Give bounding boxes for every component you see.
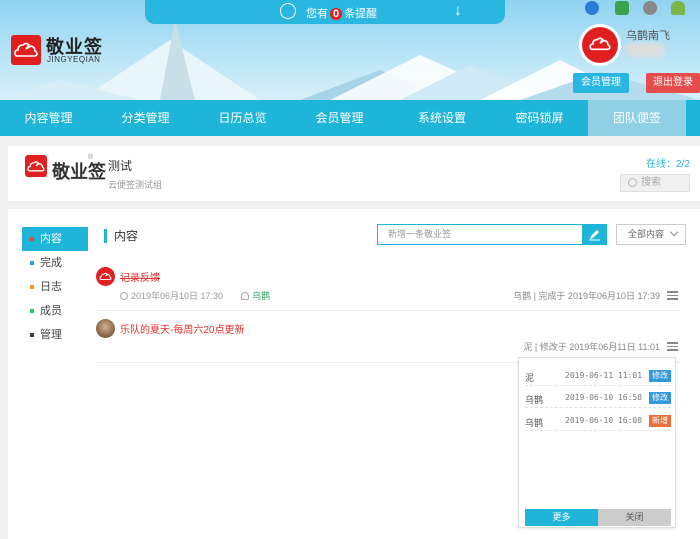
user-icon [241,292,250,300]
brand-logo[interactable] [11,35,41,65]
nav-item-team[interactable]: 团队便签 [588,100,686,136]
team-logo-text: 敬业签 [52,162,106,182]
sidebar: 内容 完成 日志 成员 管理 [22,227,88,347]
registered-mark: ® [88,154,94,161]
nav-item-lock[interactable]: 密码锁屏 [491,100,588,136]
close-button[interactable]: 关闭 [598,509,671,526]
logout-button[interactable]: 退出登录 [646,73,700,93]
add-note-button[interactable] [583,224,607,245]
note-title[interactable]: 乐队的夏天-每周六20点更新 [120,321,244,336]
arrow-down-icon[interactable]: ↓ [454,2,462,20]
user-avatar[interactable] [579,24,621,66]
note-status: 乌鹊 | 完成于 2019年06月10日 17:39 [513,291,660,301]
sidebar-item-manage[interactable]: 管理 [22,323,88,347]
nav-item-members[interactable]: 会员管理 [291,100,388,136]
history-tag: 修改 [649,370,671,382]
android-icon[interactable] [671,1,685,15]
bullet-icon [30,261,34,265]
sidebar-item-log[interactable]: 日志 [22,275,88,299]
cloud-icon [99,272,112,280]
team-title: 测试 [108,159,133,173]
main-nav: 内容管理 分类管理 日历总览 会员管理 系统设置 密码锁屏 团队便签 [0,100,700,136]
sidebar-item-label: 日志 [40,281,62,293]
pencil-icon [589,230,600,241]
header-banner: 敬业签 JINGYEQIAN 您有 0 条提醒 ↓ 乌鹊南飞 会员管理 退出登录 [0,0,700,100]
team-header: 敬业签 ® 测试 云便签测试组 在线：2/2 搜索 [8,146,700,201]
history-row: 乌鹊 2019-06-10 16:08 新增 [525,411,671,431]
sidebar-item-content[interactable]: 内容 [22,227,88,251]
menu-icon[interactable] [667,291,678,300]
cloud-icon [14,42,38,57]
sidebar-item-label: 成员 [40,305,62,317]
bullet-icon [30,285,34,289]
history-user: 泥 [525,373,535,383]
note-title[interactable]: 记录反馈 [120,269,160,284]
filter-value: 全部内容 [628,229,665,239]
ie-icon[interactable] [585,1,599,15]
nav-item-category[interactable]: 分类管理 [97,100,194,136]
sidebar-item-label: 管理 [40,329,62,341]
bullet-icon [30,309,34,313]
note-time: 2019年06月10日 17:30 [131,291,224,301]
section-title: 内容 [104,229,138,243]
nav-item-settings[interactable]: 系统设置 [388,100,496,136]
note-item[interactable]: 乐队的夏天-每周六20点更新 泥 | 修改于 2019年06月11日 11:01 [96,319,680,359]
new-note-input[interactable]: 新增一条敬业签 [377,224,583,245]
note-meta: 2019年06月10日 17:30 乌鹊 [120,289,270,302]
edit-history-popup: 泥 2019-06-11 11:01 修改 乌鹊 2019-06-10 16:5… [518,357,676,528]
cloud-icon [27,161,45,172]
history-tag: 新增 [649,415,671,427]
history-time: 2019-06-11 11:01 [565,371,643,380]
history-row: 乌鹊 2019-06-10 16:58 修改 [525,388,671,408]
bullet-icon [30,333,34,337]
content-filter-select[interactable]: 全部内容 [616,224,686,245]
history-time: 2019-06-10 16:08 [565,416,643,425]
sidebar-item-done[interactable]: 完成 [22,251,88,275]
note-item[interactable]: 记录反馈 2019年06月10日 17:30 乌鹊 乌鹊 | 完成于 2019年0… [96,267,680,307]
reminder-suffix: 条提醒 [344,8,378,20]
apple-icon[interactable] [643,1,657,15]
history-user: 乌鹊 [525,395,544,405]
bullet-icon [30,237,34,241]
search-icon [628,178,637,187]
windows-icon[interactable] [615,1,629,15]
nav-item-content[interactable]: 内容管理 [0,100,97,136]
note-author-avatar [96,267,115,286]
brand-subtitle: JINGYEQIAN [47,55,101,64]
history-user: 乌鹊 [525,418,544,428]
note-status: 泥 | 修改于 2019年06月11日 11:01 [523,342,660,352]
reminder-count: 0 [330,8,343,20]
blurred-account-info [625,43,665,57]
member-management-button[interactable]: 会员管理 [573,73,629,93]
history-time: 2019-06-10 16:58 [565,393,643,402]
divider [96,310,680,311]
history-row: 泥 2019-06-11 11:01 修改 [525,366,671,386]
team-description: 云便签测试组 [108,180,163,190]
team-search-input[interactable]: 搜索 [620,174,690,192]
chat-bubble-icon [280,3,296,19]
sidebar-item-members[interactable]: 成员 [22,299,88,323]
clock-icon [120,292,128,300]
note-assignee: 乌鹊 [252,291,271,301]
sidebar-item-label: 内容 [40,233,62,245]
note-author-avatar [96,319,115,338]
search-placeholder: 搜索 [641,177,661,188]
nav-item-calendar[interactable]: 日历总览 [194,100,291,136]
more-button[interactable]: 更多 [525,509,598,526]
chevron-down-icon [669,227,679,237]
history-tag: 修改 [649,392,671,404]
reminder-prefix: 您有 [306,8,328,20]
menu-icon[interactable] [667,342,678,351]
reminder-text: 您有 0 条提醒 [306,5,377,21]
username: 乌鹊南飞 [626,30,670,42]
sidebar-item-label: 完成 [40,257,62,269]
online-count[interactable]: 在线：2/2 [646,155,690,170]
team-logo [25,155,47,177]
cloud-icon [589,37,611,51]
reminder-bar[interactable]: 您有 0 条提醒 ↓ [145,0,505,24]
